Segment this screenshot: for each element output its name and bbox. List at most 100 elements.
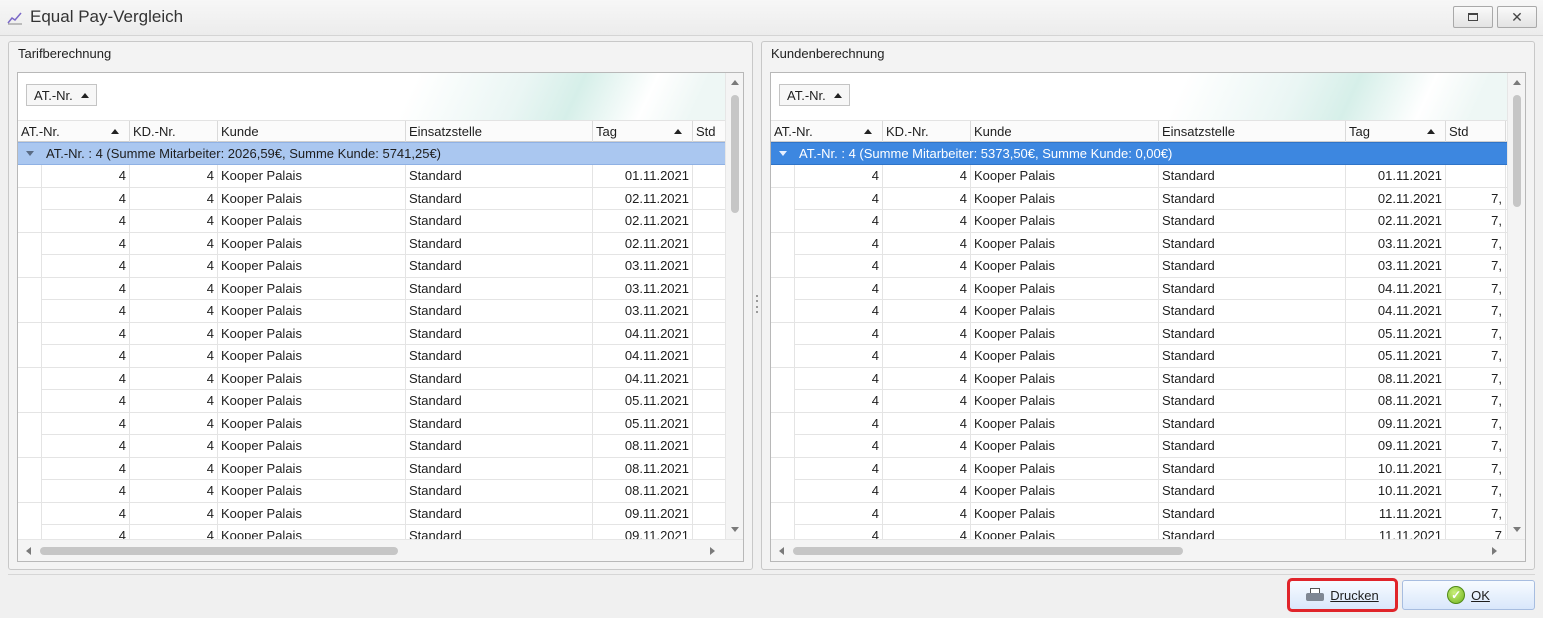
cell-kunde[interactable]: Kooper Palais [218, 435, 406, 457]
table-row[interactable]: 4 4 Kooper Palais Standard 01.11.2021 [18, 165, 725, 188]
cell-kd[interactable]: 4 [883, 390, 971, 412]
table-row[interactable]: 4 4 Kooper Palais Standard 03.11.2021 7, [771, 232, 1507, 255]
cell-kunde[interactable]: Kooper Palais [971, 480, 1159, 502]
cell-tag[interactable]: 08.11.2021 [593, 480, 693, 502]
collapse-icon[interactable] [779, 151, 787, 156]
cell-at[interactable]: 4 [795, 435, 883, 457]
cell-at[interactable]: 4 [795, 480, 883, 502]
cell-at[interactable]: 4 [795, 367, 883, 390]
cell-tag[interactable]: 08.11.2021 [1346, 367, 1446, 390]
cell-tag[interactable]: 01.11.2021 [1346, 165, 1446, 187]
cell-std[interactable] [693, 165, 725, 187]
cell-kd[interactable]: 4 [130, 210, 218, 232]
table-row[interactable]: 4 4 Kooper Palais Standard 08.11.2021 7, [771, 367, 1507, 390]
group-row[interactable]: AT.-Nr. : 4 (Summe Mitarbeiter: 5373,50€… [771, 142, 1507, 165]
cell-tag[interactable]: 02.11.2021 [1346, 187, 1446, 210]
table-row[interactable]: 4 4 Kooper Palais Standard 02.11.2021 [18, 187, 725, 210]
group-chip-at-nr[interactable]: AT.-Nr. [26, 84, 97, 106]
cell-einsatz[interactable]: Standard [406, 210, 593, 232]
cell-einsatz[interactable]: Standard [406, 165, 593, 187]
cell-at[interactable]: 4 [42, 277, 130, 300]
cell-kd[interactable]: 4 [130, 390, 218, 412]
table-row[interactable]: 4 4 Kooper Palais Standard 10.11.2021 7, [771, 457, 1507, 480]
table-row[interactable]: 4 4 Kooper Palais Standard 09.11.2021 7, [771, 412, 1507, 435]
cell-std[interactable] [693, 390, 725, 412]
cell-tag[interactable]: 02.11.2021 [593, 210, 693, 232]
cell-at[interactable]: 4 [42, 367, 130, 390]
cell-einsatz[interactable]: Standard [406, 187, 593, 210]
cell-std[interactable] [693, 188, 725, 210]
cell-kunde[interactable]: Kooper Palais [971, 390, 1159, 412]
table-row[interactable]: 4 4 Kooper Palais Standard 05.11.2021 [18, 390, 725, 413]
cell-at[interactable]: 4 [42, 210, 130, 232]
cell-tag[interactable]: 05.11.2021 [1346, 345, 1446, 367]
cell-kunde[interactable]: Kooper Palais [971, 412, 1159, 435]
cell-std[interactable] [693, 435, 725, 457]
table-row[interactable]: 4 4 Kooper Palais Standard 02.11.2021 [18, 210, 725, 233]
cell-std[interactable] [693, 368, 725, 390]
cell-at[interactable]: 4 [42, 480, 130, 502]
table-row[interactable]: 4 4 Kooper Palais Standard 04.11.2021 [18, 367, 725, 390]
cell-einsatz[interactable]: Standard [1159, 300, 1346, 322]
cell-tag[interactable]: 03.11.2021 [593, 277, 693, 300]
cell-kunde[interactable]: Kooper Palais [218, 480, 406, 502]
cell-einsatz[interactable]: Standard [1159, 210, 1346, 232]
table-row[interactable]: 4 4 Kooper Palais Standard 02.11.2021 7, [771, 187, 1507, 210]
cell-tag[interactable]: 01.11.2021 [593, 165, 693, 187]
table-row[interactable]: 4 4 Kooper Palais Standard 04.11.2021 [18, 322, 725, 345]
cell-std[interactable]: 7, [1446, 300, 1506, 322]
cell-at[interactable]: 4 [42, 502, 130, 525]
cell-std[interactable] [693, 458, 725, 480]
cell-std[interactable]: 7, [1446, 367, 1506, 390]
cell-einsatz[interactable]: Standard [1159, 165, 1346, 187]
cell-kd[interactable]: 4 [883, 255, 971, 277]
cell-std[interactable]: 7, [1446, 277, 1506, 300]
cell-at[interactable]: 4 [42, 187, 130, 210]
cell-kd[interactable]: 4 [130, 412, 218, 435]
cell-at[interactable]: 4 [795, 187, 883, 210]
cell-kunde[interactable]: Kooper Palais [218, 210, 406, 232]
column-header[interactable]: Einsatzstelle [406, 121, 593, 142]
cell-kunde[interactable]: Kooper Palais [218, 300, 406, 322]
cell-tag[interactable]: 03.11.2021 [1346, 255, 1446, 277]
column-header[interactable]: KD.-Nr. [130, 121, 218, 142]
cell-einsatz[interactable]: Standard [406, 322, 593, 345]
cell-kd[interactable]: 4 [130, 277, 218, 300]
column-header[interactable]: Kunde [971, 121, 1159, 142]
column-header[interactable]: AT.-Nr. [18, 121, 130, 142]
cell-std[interactable] [1446, 165, 1506, 187]
cell-at[interactable]: 4 [795, 232, 883, 255]
cell-at[interactable]: 4 [42, 322, 130, 345]
cell-einsatz[interactable]: Standard [1159, 322, 1346, 345]
cell-einsatz[interactable]: Standard [1159, 390, 1346, 412]
cell-kd[interactable]: 4 [883, 457, 971, 480]
cell-std[interactable] [693, 413, 725, 435]
cell-einsatz[interactable]: Standard [406, 345, 593, 367]
cell-einsatz[interactable]: Standard [1159, 457, 1346, 480]
cell-kd[interactable]: 4 [130, 480, 218, 502]
cell-at[interactable]: 4 [795, 390, 883, 412]
cell-einsatz[interactable]: Standard [1159, 345, 1346, 367]
cell-einsatz[interactable]: Standard [406, 255, 593, 277]
cell-std[interactable] [693, 503, 725, 525]
cell-kunde[interactable]: Kooper Palais [218, 165, 406, 187]
ok-button[interactable]: ✓ OK [1402, 580, 1535, 610]
cell-einsatz[interactable]: Standard [1159, 502, 1346, 525]
cell-at[interactable]: 4 [42, 457, 130, 480]
cell-tag[interactable]: 04.11.2021 [1346, 277, 1446, 300]
cell-kd[interactable]: 4 [883, 345, 971, 367]
cell-kunde[interactable]: Kooper Palais [218, 187, 406, 210]
cell-kd[interactable]: 4 [883, 480, 971, 502]
cell-einsatz[interactable]: Standard [406, 412, 593, 435]
cell-std[interactable]: 7, [1446, 390, 1506, 412]
cell-kd[interactable]: 4 [130, 502, 218, 525]
scroll-down-icon[interactable] [731, 527, 739, 532]
cell-kd[interactable]: 4 [130, 187, 218, 210]
cell-at[interactable]: 4 [795, 277, 883, 300]
cell-kd[interactable]: 4 [130, 345, 218, 367]
table-row[interactable]: 4 4 Kooper Palais Standard 02.11.2021 [18, 232, 725, 255]
print-button[interactable]: Drucken [1287, 578, 1398, 612]
group-chip-at-nr[interactable]: AT.-Nr. [779, 84, 850, 106]
cell-kd[interactable]: 4 [883, 412, 971, 435]
cell-std[interactable]: 7, [1446, 435, 1506, 457]
